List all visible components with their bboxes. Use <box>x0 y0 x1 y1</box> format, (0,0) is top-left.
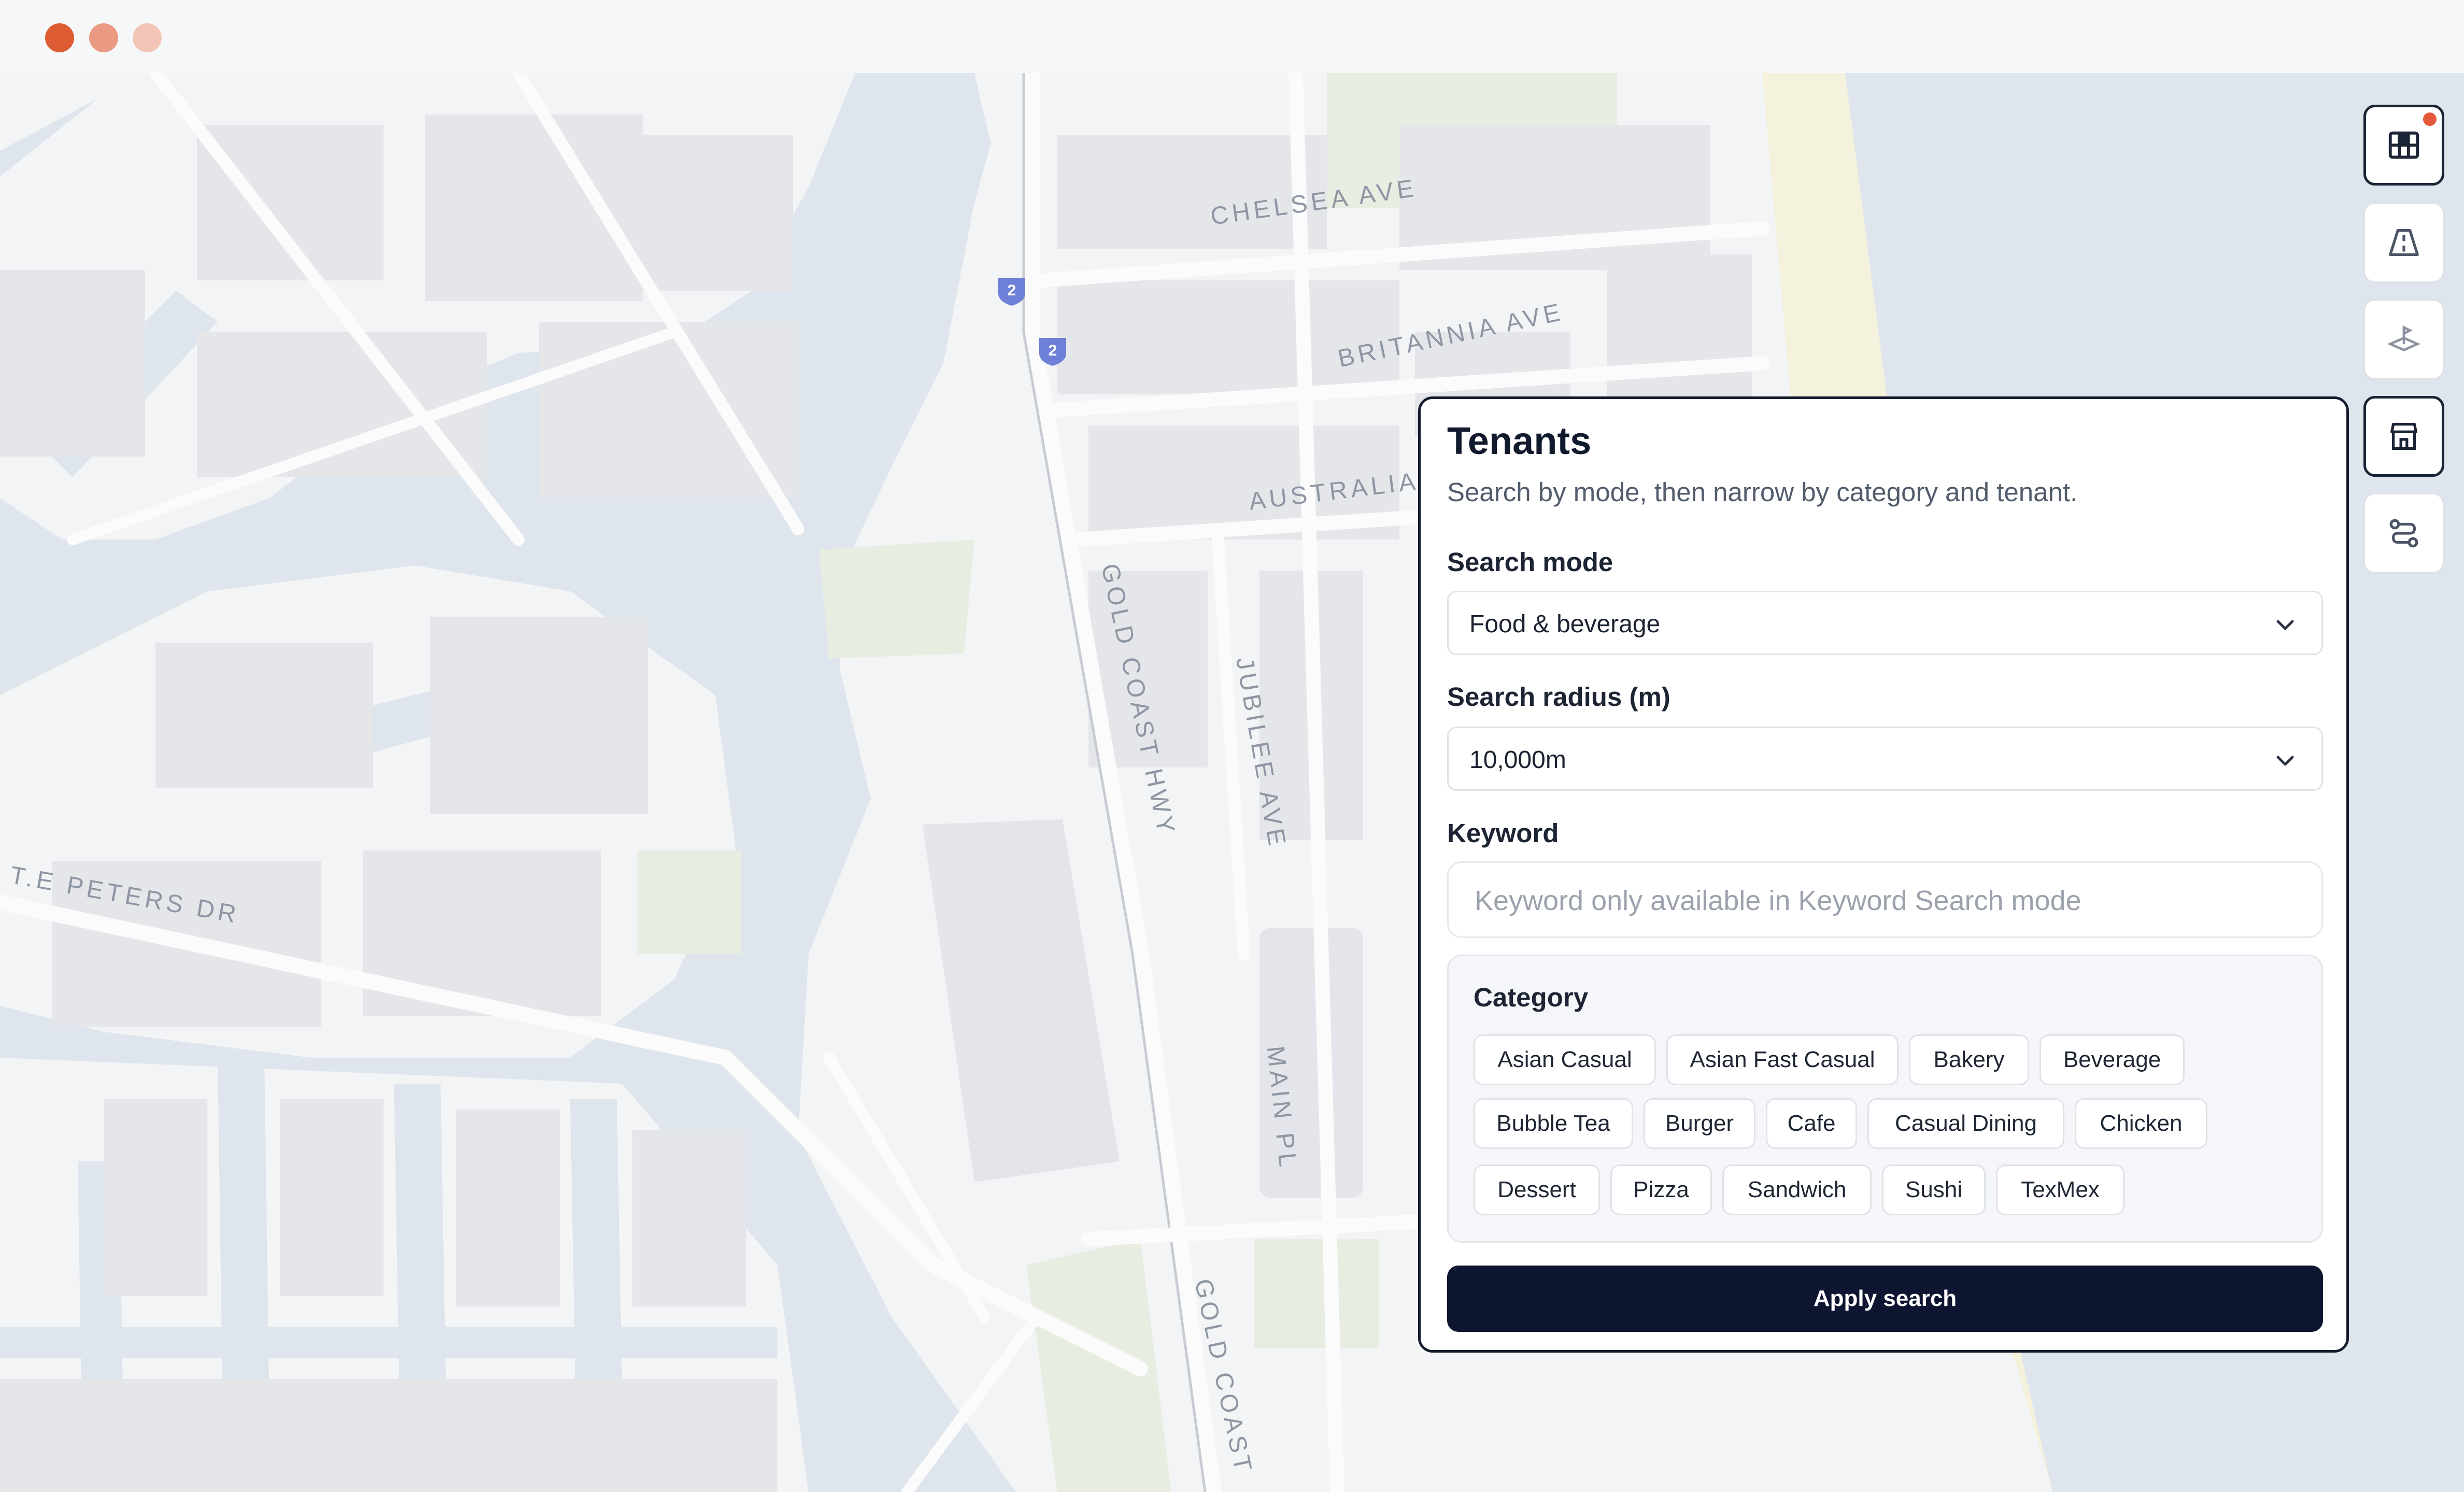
search-mode-select[interactable]: Food & beverage <box>1447 591 2323 655</box>
window-minimize-button[interactable] <box>89 23 118 52</box>
storefront-icon <box>2390 423 2417 450</box>
svg-text:2: 2 <box>1049 342 1057 359</box>
category-chip[interactable]: Burger <box>1644 1098 1755 1149</box>
chevron-down-icon <box>2276 620 2294 630</box>
panel-title: Tenants <box>1447 419 1592 462</box>
category-chip[interactable]: Sushi <box>1882 1164 1986 1215</box>
roads-button[interactable] <box>2363 202 2444 283</box>
search-radius-label: Search radius (m) <box>1447 682 1670 712</box>
route-path-icon <box>2389 519 2418 548</box>
search-mode-value: Food & beverage <box>1469 610 1661 638</box>
window-maximize-button[interactable] <box>133 23 162 52</box>
window-titlebar <box>0 0 2464 74</box>
route-shield-icon: 2 <box>998 278 1025 306</box>
chevron-down-icon <box>2276 756 2294 766</box>
notification-dot <box>2423 112 2437 126</box>
keyword-label: Keyword <box>1447 818 1559 848</box>
keyword-input[interactable]: Keyword only available in Keyword Search… <box>1447 861 2323 938</box>
category-chip[interactable]: TexMex <box>1996 1164 2125 1215</box>
app-window: CHELSEA AVE BRITANNIA AVE AUSTRALIA GOLD… <box>0 0 2464 1492</box>
road-icon <box>2389 229 2419 256</box>
category-chip[interactable]: Sandwich <box>1722 1164 1872 1215</box>
layers-grid-button[interactable] <box>2363 105 2444 186</box>
route-shield-icon: 2 <box>1039 338 1066 366</box>
keyword-placeholder: Keyword only available in Keyword Search… <box>1475 885 2081 916</box>
location-pin-plane-icon <box>2387 325 2420 351</box>
search-radius-value: 10,000m <box>1469 746 1566 774</box>
category-chip[interactable]: Asian Casual <box>1474 1034 1656 1085</box>
category-chip[interactable]: Bakery <box>1909 1034 2029 1085</box>
category-chip[interactable]: Cafe <box>1766 1098 1857 1149</box>
category-label: Category <box>1474 983 1589 1012</box>
tenants-button[interactable] <box>2363 396 2444 477</box>
routes-button[interactable] <box>2363 493 2444 574</box>
grid-layers-icon <box>2388 131 2419 159</box>
category-chip[interactable]: Pizza <box>1610 1164 1712 1215</box>
search-radius-select[interactable]: 10,000m <box>1447 727 2323 791</box>
category-chip[interactable]: Bubble Tea <box>1474 1098 1633 1149</box>
category-chip[interactable]: Chicken <box>2075 1098 2207 1149</box>
category-chip[interactable]: Dessert <box>1474 1164 1600 1215</box>
panel-subtitle: Search by mode, then narrow by category … <box>1447 477 2078 507</box>
window-close-button[interactable] <box>45 23 74 52</box>
category-section: Category Asian Casual Asian Fast Casual … <box>1447 955 2323 1243</box>
poi-button[interactable] <box>2363 299 2444 380</box>
search-mode-label: Search mode <box>1447 547 1613 577</box>
tenants-panel: Tenants Search by mode, then narrow by c… <box>1418 396 2349 1353</box>
category-chip[interactable]: Beverage <box>2040 1034 2185 1085</box>
svg-text:2: 2 <box>1008 282 1016 299</box>
category-chip[interactable]: Casual Dining <box>1867 1098 2064 1149</box>
apply-search-button[interactable]: Apply search <box>1447 1266 2323 1332</box>
category-chip[interactable]: Asian Fast Casual <box>1666 1034 1899 1085</box>
